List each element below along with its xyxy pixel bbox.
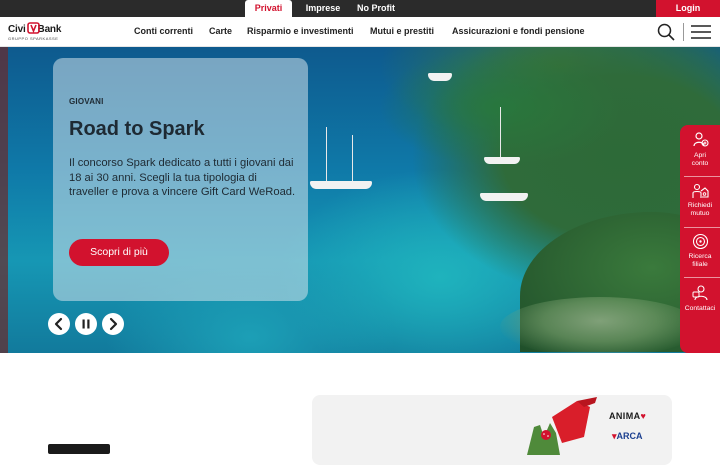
- dock-label: Apri: [693, 152, 707, 159]
- boat-image: [484, 157, 520, 164]
- logo-word-1: Civi: [8, 24, 26, 35]
- dock-divider: [684, 227, 720, 228]
- contact-icon: [692, 285, 708, 301]
- mortgage-icon: [692, 183, 709, 198]
- carousel-prev-button[interactable]: [48, 313, 70, 335]
- heart-icon: ♥: [640, 411, 647, 421]
- boat-image: [428, 73, 452, 81]
- dock-contattaci[interactable]: Contattaci: [680, 279, 720, 329]
- boat-mast: [500, 107, 501, 162]
- boat-image: [310, 181, 372, 189]
- hero-edge-shade: [0, 47, 8, 353]
- boat-image: [480, 193, 528, 201]
- nav-mutui-prestiti[interactable]: Mutui e prestiti: [370, 17, 434, 47]
- chevron-right-icon: [109, 317, 118, 331]
- dock-label: Ricerca: [688, 253, 712, 260]
- segment-bar: Privati Imprese No Profit Login: [0, 0, 720, 17]
- promo-card[interactable]: ANIMA♥ ▾ARCA: [312, 395, 672, 465]
- hero-title: Road to Spark: [69, 118, 205, 140]
- anima-logo: ANIMA♥: [609, 411, 646, 421]
- main-navigation: Civi Bank GRUPPO SPARKASSE Conti correnti…: [0, 17, 720, 47]
- logo-mark-icon: [27, 22, 40, 34]
- search-icon[interactable]: [657, 23, 675, 41]
- nav-assicurazioni-fondi[interactable]: Assicurazioni e fondi pensione: [452, 17, 585, 47]
- dock-label: mutuo: [690, 210, 710, 217]
- nav-carte[interactable]: Carte: [209, 17, 232, 47]
- logo-word-2: Bank: [37, 24, 62, 35]
- hero-shoreline: [500, 297, 700, 353]
- scopri-di-piu-button[interactable]: Scopri di più: [69, 239, 169, 266]
- logo-subline: GRUPPO SPARKASSE: [8, 36, 59, 41]
- nav-conti-correnti[interactable]: Conti correnti: [134, 17, 193, 47]
- hamburger-menu-icon[interactable]: [691, 25, 711, 39]
- dock-apri-conto[interactable]: Apri conto: [680, 125, 720, 175]
- segment-imprese[interactable]: Imprese: [298, 0, 348, 17]
- watering-can-image: [527, 397, 597, 455]
- arca-logo: ▾ARCA: [612, 431, 643, 442]
- login-button[interactable]: Login: [656, 0, 720, 17]
- hero-description: Il concorso Spark dedicato a tutti i gio…: [69, 157, 296, 198]
- hero-kicker: GIOVANI: [69, 97, 104, 106]
- dock-label: Richiedi: [687, 202, 713, 209]
- civibank-logo[interactable]: Civi Bank GRUPPO SPARKASSE: [8, 21, 68, 45]
- dock-label: Contattaci: [684, 305, 716, 312]
- anima-logo-text: ANIMA: [609, 411, 641, 421]
- dock-label: conto: [691, 160, 709, 167]
- arca-logo-text: ARCA: [616, 431, 643, 441]
- boat-mast: [352, 135, 353, 183]
- chevron-left-icon: [54, 317, 63, 331]
- carousel-pause-button[interactable]: [75, 313, 97, 335]
- dock-divider: [684, 277, 720, 278]
- carousel-next-button[interactable]: [102, 313, 124, 335]
- pause-icon: [82, 319, 90, 329]
- dock-ricerca-filiale[interactable]: Ricerca filiale: [680, 229, 720, 279]
- quick-actions-dock: Apri conto Richiedi mutuo Ricerca filial…: [680, 125, 720, 353]
- boat-mast: [326, 127, 327, 182]
- hero-banner: GIOVANI Road to Spark Il concorso Spark …: [0, 47, 720, 353]
- hero-card: GIOVANI Road to Spark Il concorso Spark …: [53, 58, 308, 301]
- branch-locator-icon: [692, 233, 709, 250]
- dock-richiedi-mutuo[interactable]: Richiedi mutuo: [680, 177, 720, 227]
- open-account-icon: [693, 132, 709, 147]
- nav-risparmio-investimenti[interactable]: Risparmio e investimenti: [247, 17, 354, 47]
- segment-no-profit[interactable]: No Profit: [350, 0, 402, 17]
- nav-divider: [683, 23, 684, 41]
- dock-label: filiale: [692, 261, 708, 268]
- segment-privati[interactable]: Privati: [245, 0, 292, 17]
- section-heading-peek: [48, 444, 110, 454]
